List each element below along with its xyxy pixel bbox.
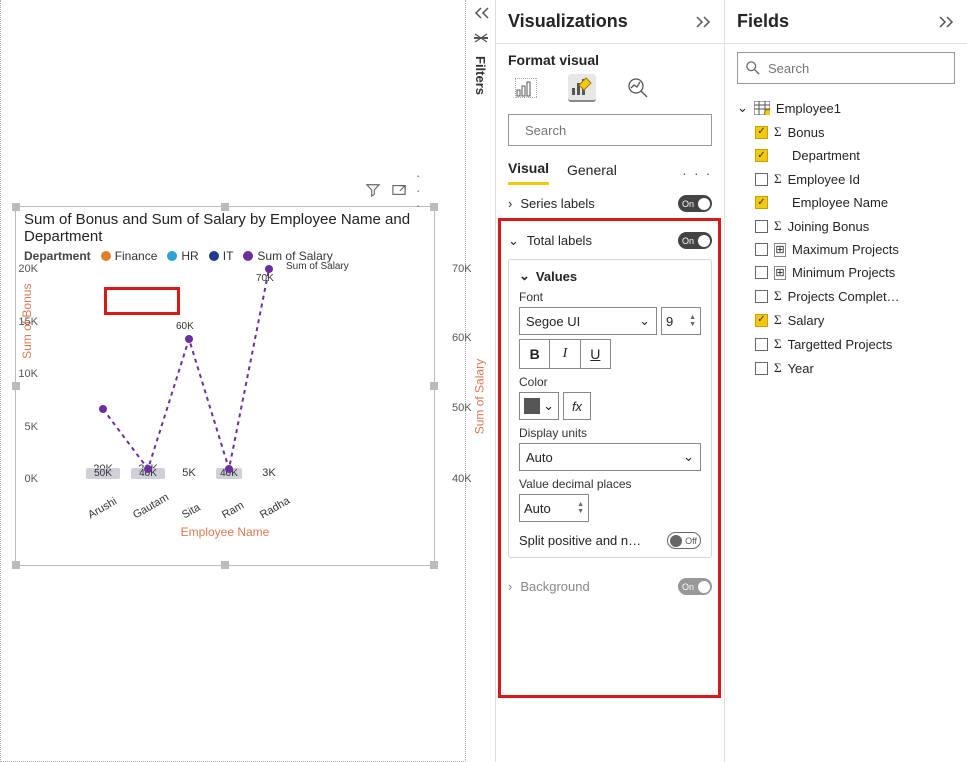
analytics-icon[interactable] xyxy=(624,74,652,102)
expand-icon[interactable] xyxy=(939,15,955,29)
field-checkbox[interactable] xyxy=(755,126,768,139)
x-axis-title: Employee Name xyxy=(16,525,434,539)
section-series-labels[interactable]: ›Series labels On xyxy=(496,185,724,222)
focus-mode-icon[interactable] xyxy=(390,181,408,199)
field-checkbox[interactable] xyxy=(755,338,768,351)
field-checkbox[interactable] xyxy=(755,290,768,303)
field-label: Year xyxy=(788,361,814,376)
field-item[interactable]: Department xyxy=(737,144,955,167)
resize-handle[interactable] xyxy=(12,382,20,390)
chevron-right-icon: › xyxy=(508,196,512,211)
visualizations-pane: Visualizations Format visual Visual Gene… xyxy=(496,0,725,762)
format-visual-icon[interactable] xyxy=(568,74,596,102)
resize-handle[interactable] xyxy=(221,203,229,211)
legend-dot-it xyxy=(209,251,219,261)
sigma-icon: Σ xyxy=(774,218,782,234)
filters-label: Filters xyxy=(473,56,488,95)
field-checkbox[interactable] xyxy=(755,220,768,233)
expand-icon[interactable] xyxy=(696,15,712,29)
chevron-right-icon: › xyxy=(508,579,512,594)
field-item[interactable]: ⊞ Maximum Projects xyxy=(737,238,955,261)
field-checkbox[interactable] xyxy=(755,362,768,375)
sigma-icon: Σ xyxy=(774,336,782,352)
field-item[interactable]: Σ Targetted Projects xyxy=(737,332,955,356)
field-label: Employee Name xyxy=(792,195,888,210)
tab-general[interactable]: General xyxy=(567,156,617,184)
resize-handle[interactable] xyxy=(12,203,20,211)
tab-visual[interactable]: Visual xyxy=(508,154,549,185)
measure-icon: ⊞ xyxy=(774,266,786,280)
visualizations-title: Visualizations xyxy=(508,11,628,32)
field-label: Joining Bonus xyxy=(788,219,870,234)
fields-title: Fields xyxy=(737,11,789,32)
field-label: Department xyxy=(792,148,860,163)
chevron-down-icon: ⌄ xyxy=(737,100,748,116)
build-visual-icon[interactable] xyxy=(512,74,540,102)
toggle-series-labels[interactable]: On xyxy=(678,195,712,212)
sigma-icon: Σ xyxy=(774,124,782,140)
field-item[interactable]: Σ Employee Id xyxy=(737,167,955,191)
field-checkbox[interactable] xyxy=(755,243,768,256)
measure-icon: ⊞ xyxy=(774,243,786,257)
legend-dot-finance xyxy=(101,251,111,261)
table-icon xyxy=(754,101,770,115)
field-item[interactable]: ⊞ Minimum Projects xyxy=(737,261,955,284)
chart-visual[interactable]: · · · Sum of Bonus and Sum of Salary by … xyxy=(15,206,435,566)
field-label: Employee Id xyxy=(788,172,860,187)
collapse-icon[interactable] xyxy=(473,6,489,20)
format-visual-label: Format visual xyxy=(496,44,724,68)
tabs-more-icon[interactable]: . . . xyxy=(683,162,712,178)
toggle-split[interactable]: Off xyxy=(667,532,701,549)
table-node[interactable]: ⌄ Employee1 xyxy=(737,96,955,120)
format-search[interactable] xyxy=(508,114,712,146)
field-label: Projects Complet… xyxy=(788,289,900,304)
field-checkbox[interactable] xyxy=(755,314,768,327)
field-checkbox[interactable] xyxy=(755,173,768,186)
filters-icon xyxy=(473,30,489,46)
field-checkbox[interactable] xyxy=(755,149,768,162)
resize-handle[interactable] xyxy=(221,561,229,569)
field-label: Salary xyxy=(788,313,825,328)
resize-handle[interactable] xyxy=(430,561,438,569)
field-checkbox[interactable] xyxy=(755,196,768,209)
format-search-input[interactable] xyxy=(523,122,703,139)
more-options-icon[interactable]: · · · xyxy=(416,181,434,199)
toggle-total-labels[interactable]: On xyxy=(678,232,712,249)
sigma-icon: Σ xyxy=(774,312,782,328)
field-item[interactable]: Σ Bonus xyxy=(737,120,955,144)
legend-dot-salary xyxy=(243,251,253,261)
sigma-icon: Σ xyxy=(774,360,782,376)
filter-icon[interactable] xyxy=(364,181,382,199)
field-item[interactable]: Employee Name xyxy=(737,191,955,214)
field-item[interactable]: Σ Joining Bonus xyxy=(737,214,955,238)
section-background[interactable]: ›Background On xyxy=(496,568,724,605)
toggle-background[interactable]: On xyxy=(678,578,712,595)
field-label: Targetted Projects xyxy=(788,337,893,352)
resize-handle[interactable] xyxy=(12,561,20,569)
chart-legend: Department Finance HR IT Sum of Salary xyxy=(16,249,434,263)
report-canvas[interactable]: · · · Sum of Bonus and Sum of Salary by … xyxy=(0,0,466,762)
chart-title: Sum of Bonus and Sum of Salary by Employ… xyxy=(16,207,434,249)
field-item[interactable]: Σ Year xyxy=(737,356,955,380)
search-icon xyxy=(746,61,760,75)
legend-title: Department xyxy=(24,249,91,263)
field-checkbox[interactable] xyxy=(755,266,768,279)
fields-search-input[interactable] xyxy=(766,60,946,77)
field-item[interactable]: Σ Projects Complet… xyxy=(737,284,955,308)
y2-axis-title: Sum of Salary xyxy=(472,359,486,434)
fields-search[interactable] xyxy=(737,52,955,84)
field-label: Bonus xyxy=(788,125,825,140)
sigma-icon: Σ xyxy=(774,171,782,187)
fields-pane: Fields ⌄ Employee1 Σ Bonus Department Σ Empl… xyxy=(725,0,967,762)
field-item[interactable]: Σ Salary xyxy=(737,308,955,332)
legend-dot-hr xyxy=(167,251,177,261)
resize-handle[interactable] xyxy=(430,382,438,390)
field-label: Maximum Projects xyxy=(792,242,899,257)
annotation-box-total-labels xyxy=(498,218,721,698)
field-label: Minimum Projects xyxy=(792,265,895,280)
sigma-icon: Σ xyxy=(774,288,782,304)
visual-header: · · · xyxy=(364,181,434,199)
annotation-box-totals xyxy=(104,287,180,315)
